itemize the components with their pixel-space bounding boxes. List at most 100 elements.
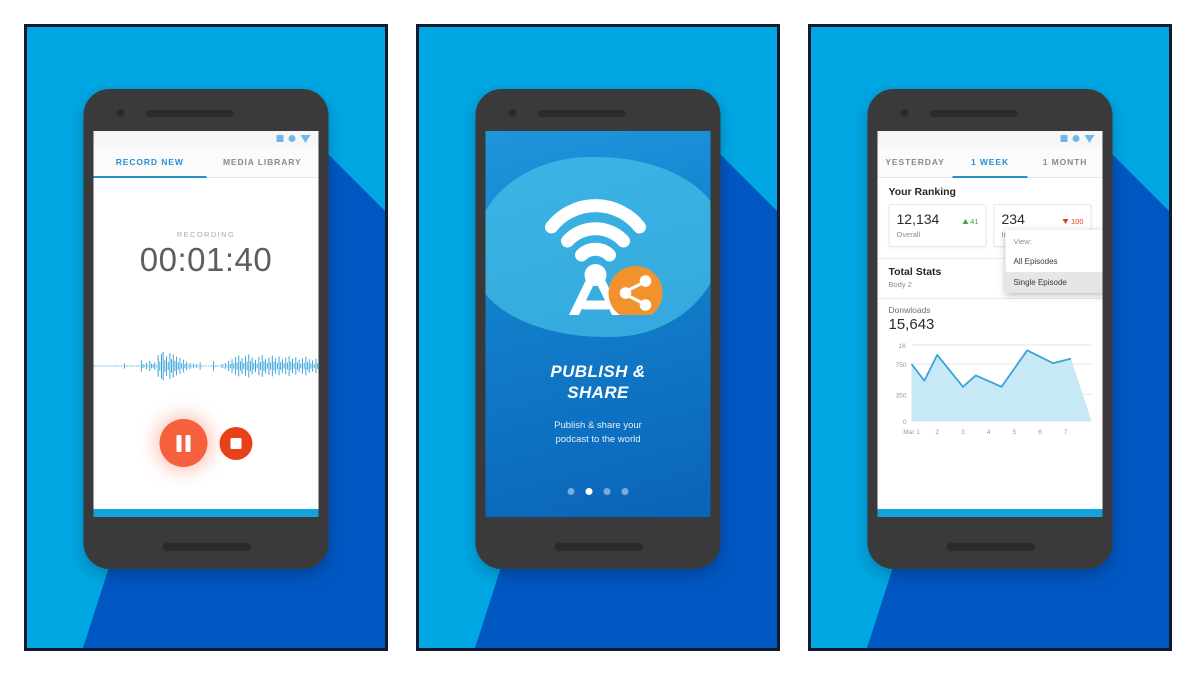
waveform-bar [139, 365, 141, 367]
stop-icon [230, 437, 242, 449]
waveform-bar [243, 362, 245, 370]
waveform-bar [169, 353, 171, 379]
waveform-bar [122, 365, 124, 367]
pagination-dot[interactable] [603, 488, 611, 495]
triangle-up-icon [962, 219, 969, 224]
waveform-bar [107, 365, 109, 367]
waveform-bar [273, 361, 275, 371]
earpiece-speaker [537, 110, 626, 117]
tab-bar-stats: YESTERDAY 1 WEEK 1 MONTH [877, 146, 1103, 178]
recording-timer: 00:01:40 [139, 241, 273, 278]
waveform-bar [293, 363, 295, 369]
downloads-chart: 0 350 750 1K Mar 1 2 3 4 5 6 7 [878, 337, 1103, 446]
waveform-bar [129, 365, 131, 367]
waveform-bar [241, 358, 243, 374]
ranking-value: 12,134 [896, 211, 940, 227]
tab-yesterday[interactable]: YESTERDAY [878, 146, 953, 177]
camera-dot [116, 109, 125, 117]
waveform-bar [268, 357, 270, 375]
waveform-bar [256, 363, 258, 369]
waveform-bar [224, 362, 226, 370]
waveform-bar [307, 362, 309, 370]
circle-icon [1072, 135, 1080, 142]
waveform-bar [280, 362, 282, 370]
waveform-bar [187, 364, 189, 368]
waveform-bar [285, 357, 287, 375]
waveform-bar [270, 362, 272, 370]
stop-button[interactable] [219, 426, 253, 460]
waveform-bar [206, 365, 208, 367]
triangle-down-icon [1084, 134, 1095, 143]
pagination-dot[interactable] [567, 488, 575, 495]
waveform-bar [300, 363, 302, 369]
waveform-bar [255, 359, 256, 373]
ranking-value: 234 [1001, 211, 1025, 227]
status-bar [877, 131, 1103, 146]
waveform-bar [149, 360, 151, 372]
waveform-bar [171, 359, 173, 373]
slide-subtitle-line-1: Publish & share your [554, 420, 642, 431]
broadcast-tower-icon [544, 199, 662, 315]
menu-item-single-episode[interactable]: Single Episode [1005, 272, 1103, 293]
waveform-bar [312, 360, 314, 372]
waveform-bar [154, 362, 156, 370]
waveform-bar [102, 364, 104, 368]
menu-item-all-episodes[interactable]: All Episodes [1006, 251, 1103, 272]
square-icon [1060, 135, 1068, 142]
pagination-dot[interactable] [621, 488, 629, 495]
waveform-bar [142, 363, 144, 369]
downloads-area-chart: 0 350 750 1K Mar 1 2 3 4 5 6 7 [896, 343, 1092, 436]
waveform-bar [127, 365, 129, 367]
waveform-bar [156, 364, 157, 368]
waveform-bar [298, 359, 300, 373]
waveform-bar [244, 356, 246, 376]
waveform-bar [228, 360, 230, 372]
chart-y-tick-label: 1K [899, 343, 908, 350]
slide-title: PUBLISH & SHARE [486, 361, 711, 404]
home-button-bar [162, 543, 250, 551]
waveform-bar [117, 365, 119, 367]
audio-waveform [93, 351, 319, 381]
waveform-bar [125, 364, 127, 368]
waveform-bar [290, 361, 292, 371]
chart-x-tick-label: Mar 1 [903, 429, 920, 436]
tab-1-month[interactable]: 1 MONTH [1028, 146, 1103, 177]
waveform-bar [223, 364, 225, 368]
waveform-bar [239, 361, 241, 371]
downloads-label: Donwloads [888, 305, 931, 315]
waveform-bar [137, 364, 139, 368]
waveform-bar [147, 364, 149, 368]
waveform-bar [297, 362, 298, 370]
recording-status-label: RECORDING [176, 230, 236, 239]
tab-1-week[interactable]: 1 WEEK [953, 146, 1028, 177]
waveform-bar [313, 363, 315, 369]
tab-record-new[interactable]: RECORD NEW [94, 146, 207, 177]
view-dropdown-menu[interactable]: View: All Episodes Single Episode [1005, 230, 1103, 293]
waveform-bar [281, 359, 283, 373]
chart-x-tick-label: 6 [1038, 429, 1042, 436]
waveform-bar [189, 362, 191, 370]
square-icon [276, 135, 284, 142]
panel-stats-screen: YESTERDAY 1 WEEK 1 MONTH Your Ranking 12… [808, 24, 1172, 651]
pause-button[interactable] [159, 419, 208, 467]
waveform-bar [120, 365, 122, 367]
waveform-bar [167, 361, 169, 371]
waveform-bar [250, 360, 251, 372]
ranking-card-overall[interactable]: 12,134 41 Overall [888, 204, 987, 247]
pagination-dot[interactable] [585, 488, 593, 495]
panel-publish-screen: PUBLISH & SHARE Publish & share your pod… [416, 24, 780, 651]
waveform-bar [295, 357, 297, 375]
menu-header: View: [1013, 237, 1032, 246]
waveform-bar [258, 356, 260, 376]
waveform-bar [233, 363, 235, 369]
waveform-bar [208, 365, 209, 367]
screenshot-stage: RECORD NEW MEDIA LIBRARY RECORDING 00:01… [0, 0, 1200, 675]
waveform-bar [303, 362, 305, 370]
waveform-bar [130, 364, 132, 368]
waveform-bar [177, 362, 179, 370]
waveform-bar [236, 362, 238, 370]
panel-record-screen: RECORD NEW MEDIA LIBRARY RECORDING 00:01… [24, 24, 388, 651]
onboarding-slide: PUBLISH & SHARE Publish & share your pod… [485, 131, 711, 517]
waveform-bar [213, 361, 215, 371]
tab-media-library[interactable]: MEDIA LIBRARY [206, 146, 319, 177]
